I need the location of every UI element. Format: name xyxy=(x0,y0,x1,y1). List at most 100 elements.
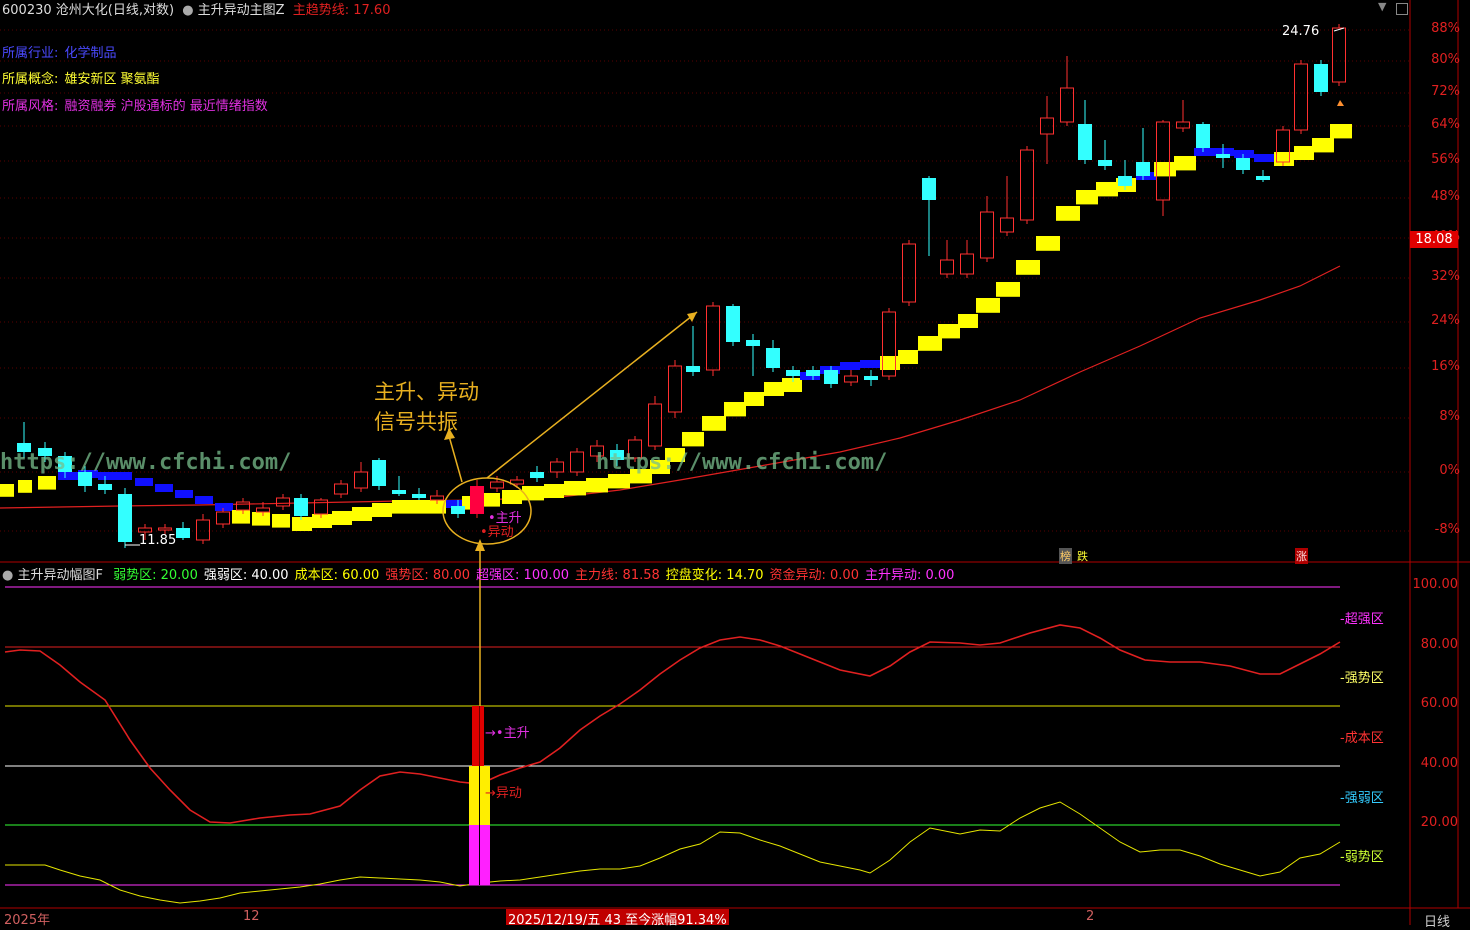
sub-param: 强势区: 80.00 xyxy=(385,568,471,583)
sub-axis-tick-label: 100.00 xyxy=(1412,577,1459,592)
candle-body xyxy=(1078,124,1092,160)
candle-body xyxy=(1000,217,1014,233)
candle-body xyxy=(334,483,348,495)
candle-body xyxy=(176,528,190,538)
candle-body xyxy=(706,305,720,371)
trend-block xyxy=(252,512,270,526)
chevron-down-icon[interactable]: ▼ xyxy=(1378,0,1386,13)
trend-block xyxy=(1254,154,1274,162)
high-price-label: 24.76 xyxy=(1282,24,1320,39)
zone-label: -弱势区 xyxy=(1340,850,1384,865)
trend-block xyxy=(272,514,290,528)
resonance-label-2: 信号共振 xyxy=(374,410,458,434)
candle-body xyxy=(158,527,172,531)
trend-block xyxy=(702,416,726,431)
trend-block xyxy=(215,503,233,511)
trend-block xyxy=(522,486,544,501)
concept-value[interactable]: 雄安新区 聚氨酯 xyxy=(65,72,160,87)
trend-block xyxy=(586,478,608,493)
trend-value: 17.60 xyxy=(353,3,391,18)
candle-body xyxy=(470,486,484,514)
trend-block xyxy=(976,298,1000,313)
candle-body xyxy=(1118,176,1132,186)
window-controls: ▼ xyxy=(1376,0,1410,16)
candle-body xyxy=(1136,162,1150,176)
sub-param: 主升异动: 0.00 xyxy=(864,568,955,583)
sub-param: 超强区: 100.00 xyxy=(476,568,570,583)
sub-param: 弱势区: 20.00 xyxy=(113,568,198,583)
indicator-toggle-icon[interactable]: ● xyxy=(182,3,193,18)
axis-tick-label: 24% xyxy=(1431,313,1460,328)
candle-body xyxy=(824,370,838,384)
main-force-line xyxy=(4,624,1341,824)
trend-block xyxy=(1330,124,1352,139)
trend-block xyxy=(352,507,372,521)
candle-body xyxy=(1020,149,1034,221)
oscillator-levels xyxy=(5,586,1340,886)
trend-block xyxy=(860,360,880,368)
sub-axis-tick-label: 20.00 xyxy=(1420,815,1458,830)
candle-body xyxy=(648,403,662,447)
sub-axis-tick-label: 40.00 xyxy=(1420,756,1458,771)
signal-anomaly-tag: →异动 xyxy=(485,786,522,801)
candle-body xyxy=(864,376,878,380)
candle-body xyxy=(668,365,682,413)
marker-fall[interactable]: 跌 xyxy=(1077,548,1088,564)
axis-tick-label: 88% xyxy=(1431,21,1460,36)
trend-block xyxy=(410,500,428,514)
candle-body xyxy=(922,178,936,200)
sub-indicator-params: 弱势区: 20.00 强弱区: 40.00 成本区: 60.00 强势区: 80.00… xyxy=(107,568,954,583)
marker-rise[interactable]: 涨 xyxy=(1295,548,1308,564)
axis-tick-label: 48% xyxy=(1431,189,1460,204)
trend-block xyxy=(744,392,764,406)
candle-body xyxy=(570,451,584,473)
candle-body xyxy=(530,472,544,478)
trend-block xyxy=(1174,156,1196,171)
zone-label: -强弱区 xyxy=(1340,791,1384,806)
indicator-toggle-icon[interactable]: ● xyxy=(2,568,13,583)
candle-body xyxy=(1256,176,1270,180)
stock-title[interactable]: 600230 沧州大化(日线,对数) xyxy=(2,3,174,18)
candle-body xyxy=(196,519,210,541)
close-panel-icon[interactable] xyxy=(1396,3,1408,15)
candle-body xyxy=(786,370,800,376)
candle-body xyxy=(1098,160,1112,166)
date-info-box: 2025/12/19/五 43 至今涨幅91.34% xyxy=(506,909,729,928)
candle-body xyxy=(686,366,700,372)
trend-block xyxy=(996,282,1020,297)
axis-tick-label: 56% xyxy=(1431,152,1460,167)
trend-block xyxy=(1036,236,1060,251)
candle-body xyxy=(766,348,780,368)
candle-body xyxy=(354,471,368,489)
trend-block xyxy=(1234,150,1254,158)
candle-body xyxy=(118,494,132,542)
candle-body xyxy=(1236,158,1250,170)
axis-tick-label: 64% xyxy=(1431,117,1460,132)
trend-block xyxy=(38,476,56,490)
candle-body xyxy=(726,306,740,342)
month-label-2: 2 xyxy=(1086,909,1095,924)
period-button[interactable]: 日线 xyxy=(1424,911,1450,930)
candle-body xyxy=(960,253,974,275)
industry-value[interactable]: 化学制品 xyxy=(65,46,117,61)
style-value[interactable]: 融资融券 沪股通标的 最近情绪指数 xyxy=(65,99,268,114)
trend-block xyxy=(724,402,746,417)
candle-body xyxy=(98,484,112,490)
header-bar: 600230 沧州大化(日线,对数) ● 主升异动主图Z 主趋势线: 17.60 xyxy=(2,0,390,18)
sub-axis-tick-label: 80.00 xyxy=(1420,637,1458,652)
candle-body xyxy=(940,259,954,275)
trend-block xyxy=(1154,162,1176,177)
sub-indicator-header: ● 主升异动幅图F 弱势区: 20.00 强弱区: 40.00 成本区: 60.00… xyxy=(2,564,954,583)
main-indicator-name[interactable]: 主升异动主图Z xyxy=(198,3,285,18)
trend-block xyxy=(840,362,860,370)
trend-label: 主趋势线: xyxy=(292,3,350,18)
signal-bar-main xyxy=(472,706,484,766)
candle-body xyxy=(1176,121,1190,129)
sub-indicator-name[interactable]: 主升异动幅图F xyxy=(17,568,102,583)
candle-body xyxy=(412,494,426,498)
sub-param: 成本区: 60.00 xyxy=(294,568,380,583)
marker-bang[interactable]: 榜 xyxy=(1059,548,1072,564)
candle-body xyxy=(256,507,270,513)
trend-block xyxy=(195,496,213,504)
candle-body xyxy=(902,243,916,303)
